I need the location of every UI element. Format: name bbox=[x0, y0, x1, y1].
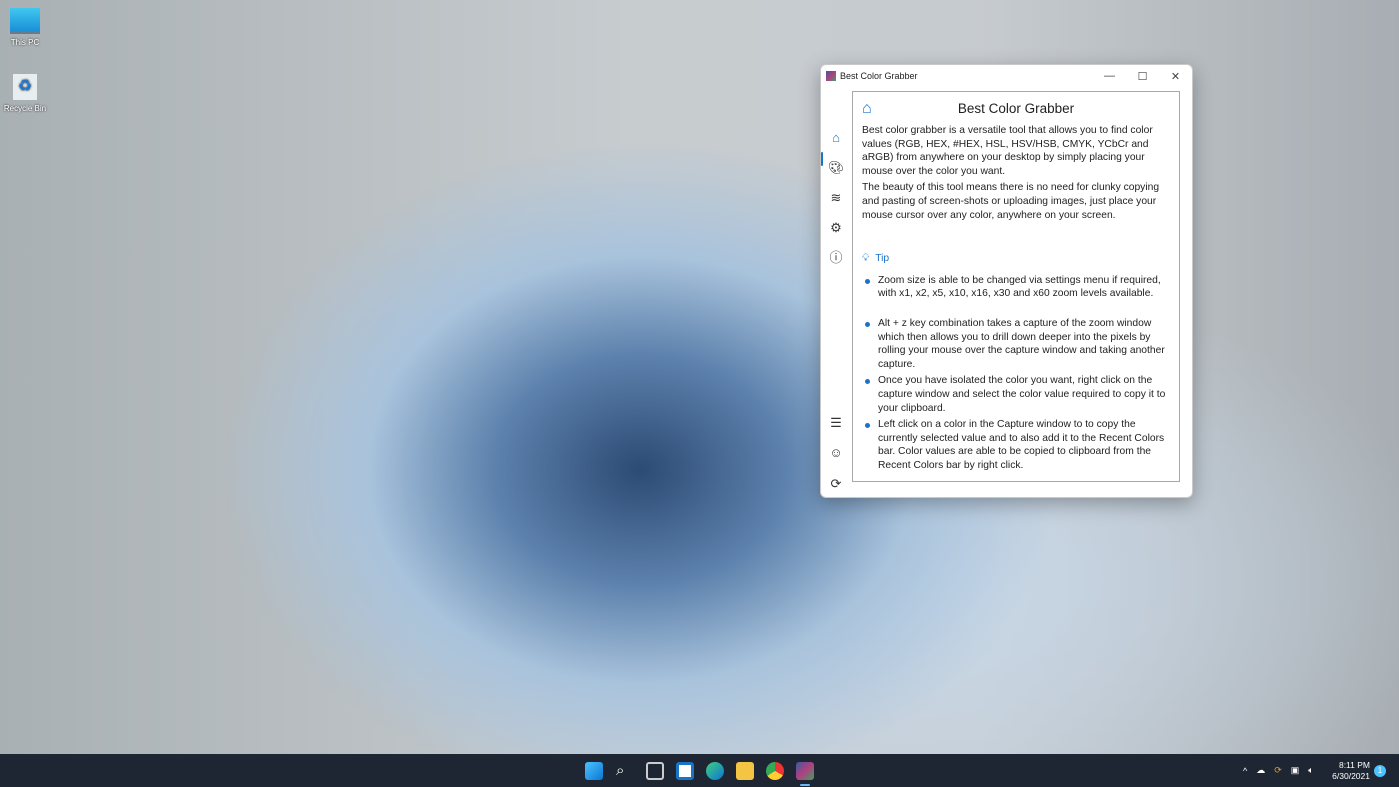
notification-badge[interactable]: 1 bbox=[1374, 765, 1386, 777]
info-icon[interactable]: ⓘ bbox=[828, 250, 844, 266]
list-item: Left click on a color in the Capture win… bbox=[862, 418, 1170, 472]
start-icon[interactable] bbox=[585, 762, 603, 780]
tip-label: Tip bbox=[875, 252, 889, 266]
page-title: Best Color Grabber bbox=[892, 102, 1140, 116]
app-icon bbox=[826, 71, 836, 81]
feedback-icon[interactable]: ☺ bbox=[828, 445, 844, 461]
tips-list: Zoom size is able to be changed via sett… bbox=[862, 274, 1170, 473]
list-icon[interactable]: ☰ bbox=[828, 415, 844, 431]
window-title: Best Color Grabber bbox=[840, 71, 918, 81]
tip-heading: 💡︎ Tip bbox=[862, 252, 1170, 266]
network-icon[interactable]: ▣ bbox=[1291, 765, 1300, 776]
title-bar[interactable]: Best Color Grabber — ☐ ✕ bbox=[821, 65, 1192, 87]
home-icon: ⌂ bbox=[862, 102, 892, 116]
file-explorer-icon[interactable] bbox=[736, 762, 754, 780]
system-tray: ^ ☁ ⟳ ▣ 🔈︎ bbox=[1243, 754, 1314, 787]
active-indicator bbox=[821, 152, 823, 166]
chevron-up-icon[interactable]: ^ bbox=[1243, 766, 1247, 776]
volume-icon[interactable]: 🔈︎ bbox=[1308, 765, 1313, 776]
sync-icon[interactable]: ⟳ bbox=[1274, 765, 1282, 776]
clock[interactable]: 8:11 PM 6/30/2021 bbox=[1328, 760, 1370, 782]
desktop-icon-label: Recycle Bin bbox=[4, 104, 46, 113]
recycle-bin-icon: ♻ bbox=[13, 74, 37, 100]
description-text: The beauty of this tool means there is n… bbox=[862, 181, 1170, 222]
desktop-icon-this-pc[interactable]: This PC bbox=[2, 8, 48, 47]
onedrive-icon[interactable]: ☁ bbox=[1256, 765, 1265, 776]
list-item: Once you have isolated the color you wan… bbox=[862, 374, 1170, 415]
monitor-icon bbox=[10, 8, 40, 34]
list-item: Zoom size is able to be changed via sett… bbox=[862, 274, 1170, 301]
close-button[interactable]: ✕ bbox=[1159, 70, 1192, 83]
widgets-icon[interactable] bbox=[676, 762, 694, 780]
edge-icon[interactable] bbox=[706, 762, 724, 780]
maximize-button[interactable]: ☐ bbox=[1126, 70, 1159, 83]
description-text: Best color grabber is a versatile tool t… bbox=[862, 124, 1170, 178]
taskbar: ⌕ ^ ☁ ⟳ ▣ 🔈︎ 8:11 PM 6/30/2021 1 bbox=[0, 754, 1399, 787]
sidebar: ⌂ 🎨︎ ≋ ⚙ ⓘ ☰ ☺ ⟳ bbox=[821, 87, 851, 497]
gear-icon[interactable]: ⚙ bbox=[828, 220, 844, 236]
minimize-button[interactable]: — bbox=[1093, 70, 1126, 83]
palette-icon[interactable]: 🎨︎ bbox=[828, 160, 844, 176]
chrome-icon[interactable] bbox=[766, 762, 784, 780]
desktop-icon-recycle-bin[interactable]: ♻ Recycle Bin bbox=[2, 74, 48, 113]
search-icon[interactable]: ⌕ bbox=[616, 762, 634, 780]
date-text: 6/30/2021 bbox=[1328, 771, 1370, 782]
lightbulb-icon: 💡︎ bbox=[862, 252, 869, 266]
task-view-icon[interactable] bbox=[646, 762, 664, 780]
layers-icon[interactable]: ≋ bbox=[828, 190, 844, 206]
list-item: Alt + z key combination takes a capture … bbox=[862, 317, 1170, 371]
active-app-indicator bbox=[800, 784, 810, 786]
desktop-icon-label: This PC bbox=[11, 38, 39, 47]
content-panel: ⌂ Best Color Grabber Best color grabber … bbox=[852, 91, 1180, 482]
refresh-icon[interactable]: ⟳ bbox=[828, 476, 844, 492]
app-window: Best Color Grabber — ☐ ✕ ⌂ 🎨︎ ≋ ⚙ ⓘ ☰ ☺ … bbox=[820, 64, 1193, 498]
home-icon[interactable]: ⌂ bbox=[828, 130, 844, 146]
time-text: 8:11 PM bbox=[1328, 760, 1370, 771]
color-grabber-taskbar-icon[interactable] bbox=[796, 762, 814, 780]
